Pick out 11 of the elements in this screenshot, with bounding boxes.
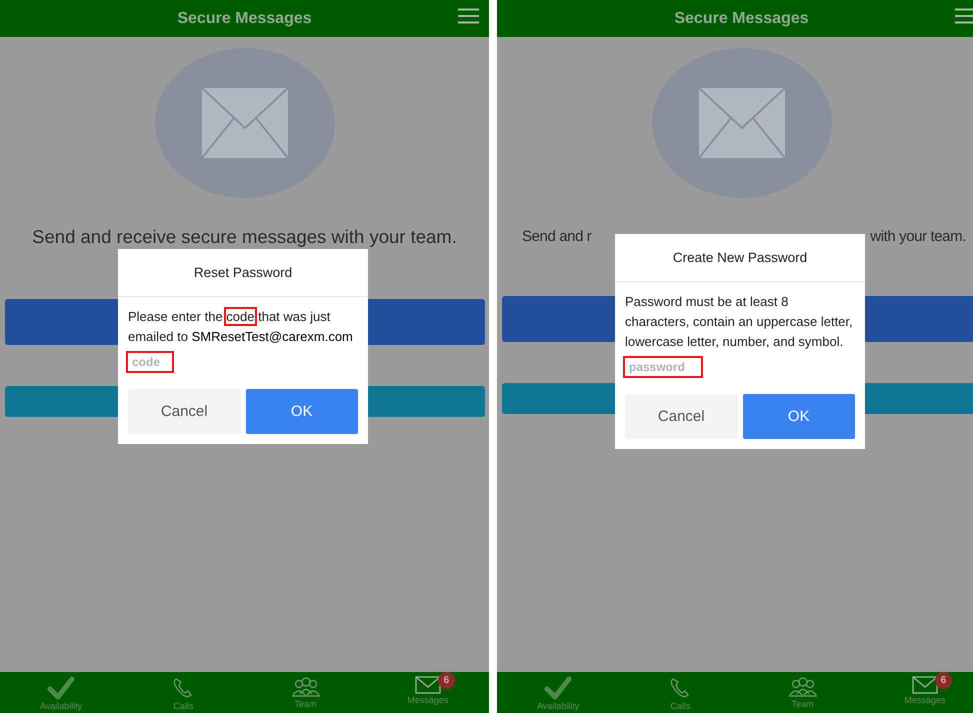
dialog-message: Please enter the code that was just emailed to SMResetTest@carexm.com xyxy=(128,308,354,346)
unread-badge: 6 xyxy=(438,672,455,689)
dialog-title: Create New Password xyxy=(672,250,808,265)
dialog-title: Reset Password xyxy=(194,265,292,280)
dialog-message: Password must be at least 8 characters, contain an uppercase letter, lowercase letter, number, and symbol. xyxy=(625,293,854,351)
unread-badge: 6 xyxy=(934,672,952,689)
header-title: Secure Messages xyxy=(674,10,809,28)
intro-text: Send and receive secure messages with your team. xyxy=(32,226,457,248)
intro-text: with your team. xyxy=(870,228,966,245)
header-title: Secure Messages xyxy=(177,10,312,28)
intro-text: Send and r xyxy=(522,228,592,245)
